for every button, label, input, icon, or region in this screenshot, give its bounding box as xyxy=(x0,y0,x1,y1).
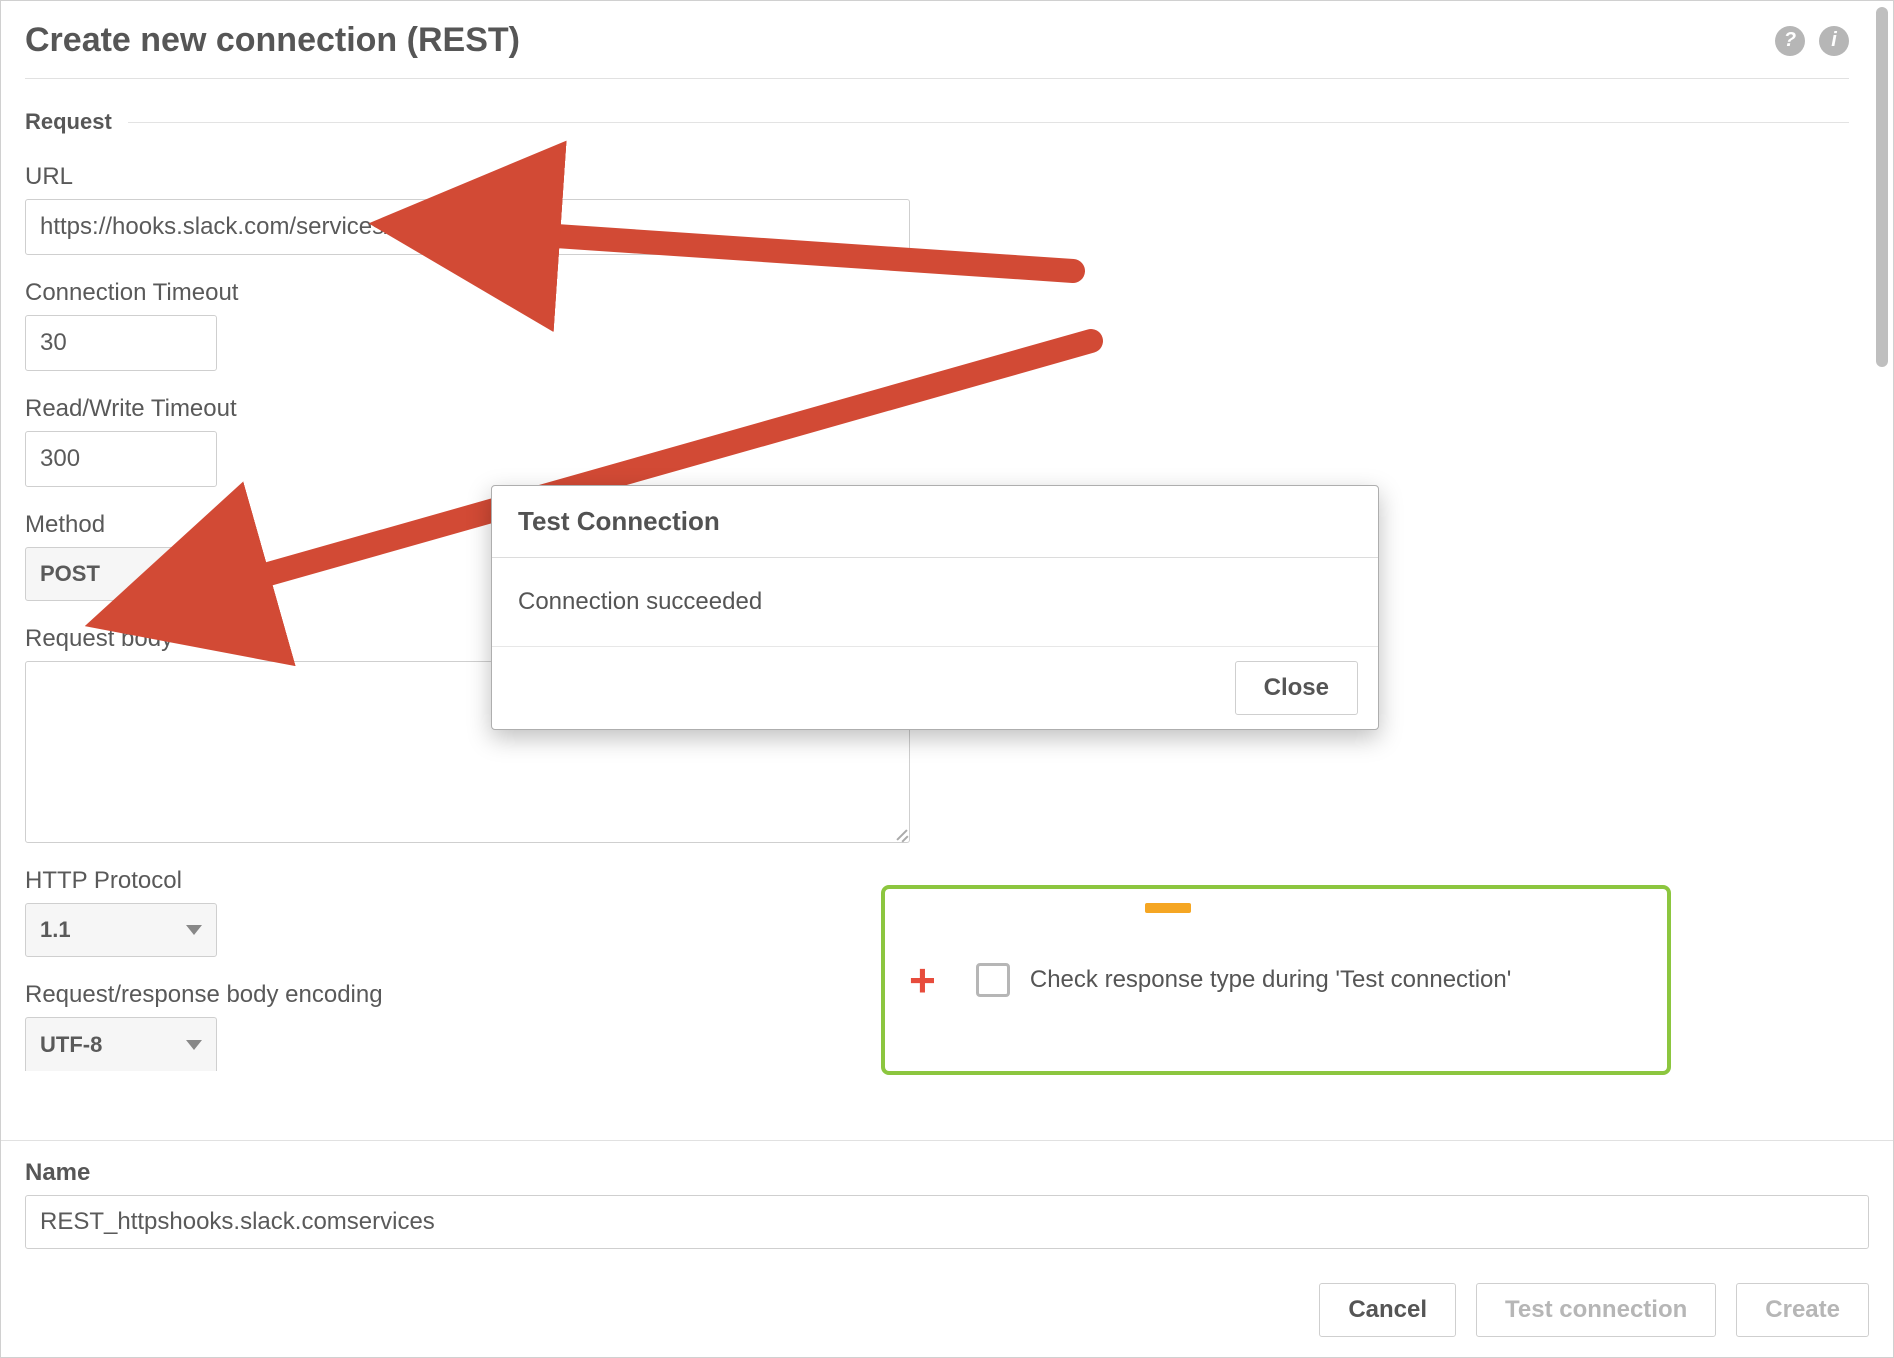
label-name: Name xyxy=(25,1159,1869,1187)
name-input[interactable]: REST_httpshooks.slack.comservices xyxy=(25,1195,1869,1249)
chevron-down-icon xyxy=(186,1040,202,1050)
body-encoding-value: UTF-8 xyxy=(40,1032,102,1058)
create-button[interactable]: Create xyxy=(1736,1283,1869,1337)
http-protocol-value: 1.1 xyxy=(40,917,71,943)
section-divider xyxy=(128,122,1849,123)
url-value: https://hooks.slack.com/services/ xyxy=(40,213,391,241)
connection-timeout-input[interactable]: 30 xyxy=(25,315,217,371)
test-connection-button[interactable]: Test connection xyxy=(1476,1283,1716,1337)
help-icon[interactable]: ? xyxy=(1775,26,1805,56)
header-icons: ? i xyxy=(1775,26,1849,56)
highlight-check-response: + Check response type during 'Test conne… xyxy=(881,885,1671,1075)
label-connection-timeout: Connection Timeout xyxy=(25,279,1849,307)
check-response-row: Check response type during 'Test connect… xyxy=(976,963,1511,997)
dialog-title: Create new connection (REST) xyxy=(25,21,520,60)
section-request-header: Request xyxy=(25,109,1849,135)
method-dropdown[interactable]: POST xyxy=(25,547,217,601)
annotation-mark-icon xyxy=(1145,903,1191,913)
dialog-create-connection: Create new connection (REST) ? i Request… xyxy=(0,0,1894,1358)
modal-title: Test Connection xyxy=(492,486,1378,558)
method-value: POST xyxy=(40,561,100,587)
label-rw-timeout: Read/Write Timeout xyxy=(25,395,1849,423)
connection-timeout-value: 30 xyxy=(40,329,67,357)
rw-timeout-input[interactable]: 300 xyxy=(25,431,217,487)
check-response-label: Check response type during 'Test connect… xyxy=(1030,966,1511,994)
info-icon[interactable]: i xyxy=(1819,26,1849,56)
section-request-title: Request xyxy=(25,109,112,135)
cancel-button[interactable]: Cancel xyxy=(1319,1283,1456,1337)
footer-buttons: Cancel Test connection Create xyxy=(25,1283,1869,1337)
label-url: URL xyxy=(25,163,1849,191)
dialog-footer-area: Name REST_httpshooks.slack.comservices C… xyxy=(1,1140,1893,1357)
modal-close-button[interactable]: Close xyxy=(1235,661,1358,715)
plus-icon[interactable]: + xyxy=(909,957,936,1003)
chevron-down-icon xyxy=(186,569,202,579)
check-response-checkbox[interactable] xyxy=(976,963,1010,997)
scrollbar-vertical[interactable] xyxy=(1876,7,1888,367)
name-value: REST_httpshooks.slack.comservices xyxy=(40,1208,435,1236)
resize-handle-icon[interactable] xyxy=(893,826,907,840)
test-connection-modal: Test Connection Connection succeeded Clo… xyxy=(491,485,1379,730)
url-input[interactable]: https://hooks.slack.com/services/ xyxy=(25,199,910,255)
dialog-header: Create new connection (REST) ? i xyxy=(25,21,1849,79)
chevron-down-icon xyxy=(186,925,202,935)
body-encoding-dropdown[interactable]: UTF-8 xyxy=(25,1017,217,1071)
modal-footer: Close xyxy=(492,647,1378,729)
rw-timeout-value: 300 xyxy=(40,445,80,473)
modal-message: Connection succeeded xyxy=(492,558,1378,647)
http-protocol-dropdown[interactable]: 1.1 xyxy=(25,903,217,957)
